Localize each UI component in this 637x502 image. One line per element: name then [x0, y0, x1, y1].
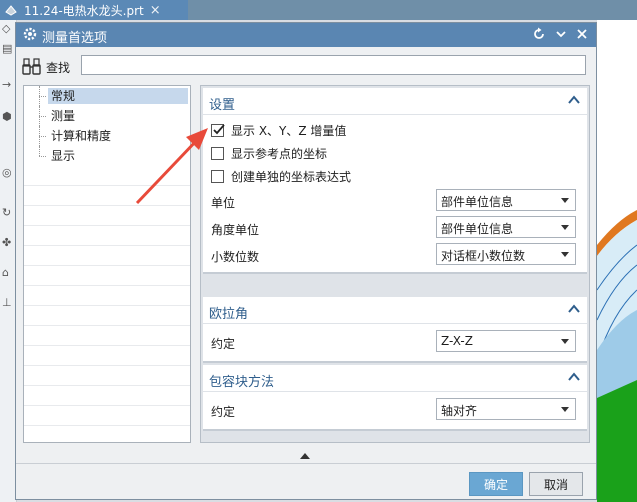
- annotation-arrow: [135, 128, 208, 205]
